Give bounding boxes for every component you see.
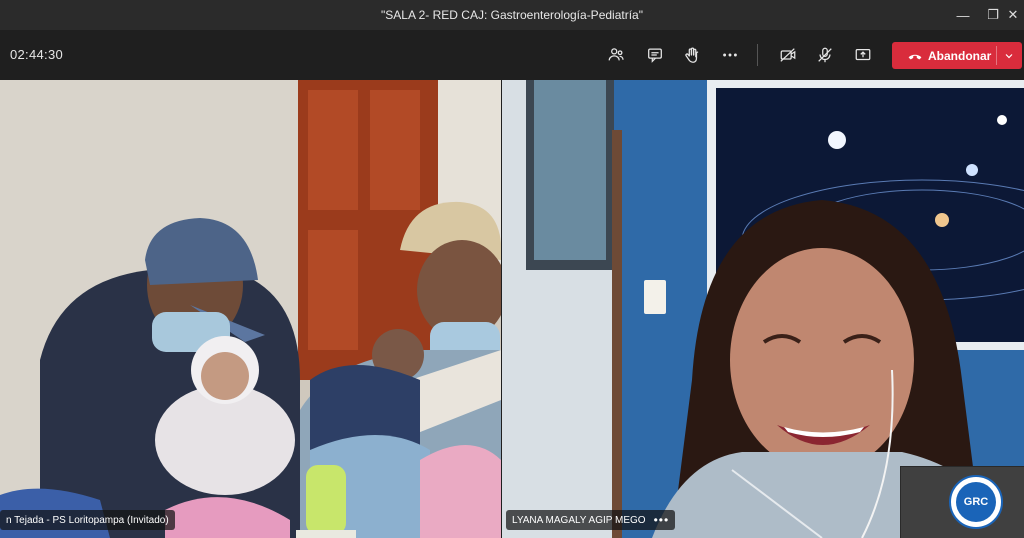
participant-video-tile-2[interactable]: GRC	[502, 80, 1024, 538]
participants-button[interactable]	[602, 42, 630, 68]
chat-icon	[648, 48, 662, 63]
camera-off-icon	[780, 48, 796, 62]
close-window-button[interactable]: ✕	[996, 0, 1024, 30]
more-actions-icon	[723, 53, 737, 57]
leave-label: Abandonar	[928, 48, 992, 63]
participant-more-button[interactable]: •••	[654, 513, 670, 527]
raise-hand-button[interactable]	[678, 42, 706, 68]
leave-divider	[996, 46, 997, 65]
meeting-toolbar: 02:44:30 Abandonar	[0, 30, 1024, 80]
participant-name-2: LYANA MAGALY AGIP MEGO	[512, 514, 646, 526]
participants-icon	[608, 48, 624, 61]
chevron-down-icon	[1005, 54, 1013, 59]
camera-toggle-button[interactable]	[774, 42, 802, 68]
mic-toggle-button[interactable]	[811, 42, 839, 68]
participant-name-tag: n Tejada - PS Loritopampa (Invitado)	[0, 510, 175, 530]
mic-off-icon	[818, 47, 832, 63]
raise-hand-icon	[685, 47, 699, 63]
leave-options-button[interactable]	[1000, 47, 1018, 65]
video-feed-image	[0, 80, 501, 538]
share-screen-button[interactable]	[849, 42, 877, 68]
share-screen-icon	[855, 48, 871, 61]
self-view-tile[interactable]: GRC	[900, 466, 1024, 538]
toolbar-separator	[757, 44, 758, 66]
more-actions-button[interactable]	[716, 42, 744, 68]
minimize-icon: —	[956, 7, 970, 23]
title-bar: "SALA 2- RED CAJ: Gastroenterología-Pedi…	[0, 0, 1024, 30]
close-icon: ✕	[1007, 7, 1019, 22]
participant-video-tile[interactable]: n Tejada - PS Loritopampa (Invitado)	[0, 80, 501, 538]
meeting-timer: 02:44:30	[10, 47, 64, 62]
participant-name-tag-2: LYANA MAGALY AGIP MEGO •••	[506, 510, 676, 530]
minimize-button[interactable]: —	[946, 0, 980, 30]
leave-button[interactable]: Abandonar	[892, 42, 1022, 69]
participant-name: n Tejada - PS Loritopampa (Invitado)	[6, 514, 169, 526]
chat-button[interactable]	[641, 42, 669, 68]
logo-text: GRC	[956, 482, 996, 522]
organization-logo: GRC	[949, 475, 1003, 529]
window-title: "SALA 2- RED CAJ: Gastroenterología-Pedi…	[381, 8, 643, 22]
hang-up-icon	[902, 48, 928, 64]
